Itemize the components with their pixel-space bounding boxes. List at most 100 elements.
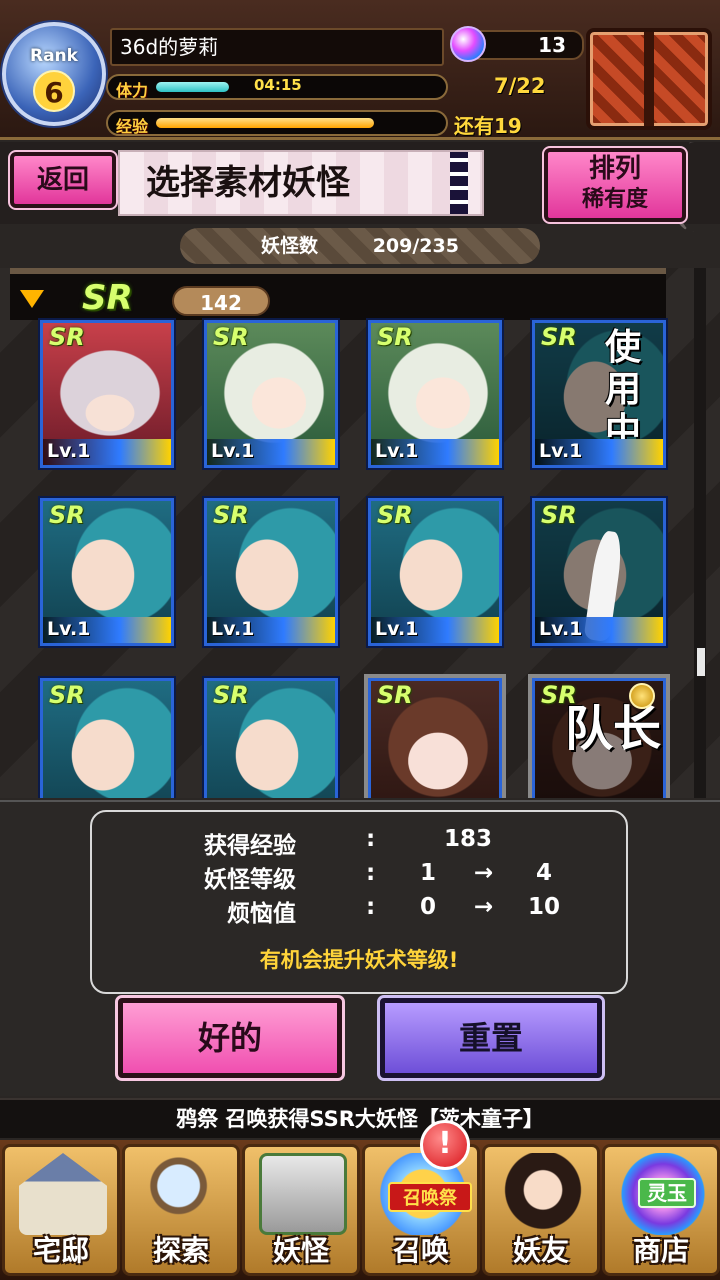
result-box: 获得经验 : 183 妖怪等级 : 1 → 4 烦恼值 : 0 → 10 有机会…	[90, 810, 628, 994]
title-strip: 返回 选择素材妖怪 排列 稀有度	[0, 142, 720, 232]
leader-medal-icon	[629, 683, 655, 709]
exp-remaining: 还有19	[454, 114, 522, 138]
scrollbar-thumb[interactable]	[697, 648, 705, 676]
monster-count-bar: 妖怪数 209/235	[180, 228, 540, 264]
notification-badge-icon[interactable]: !	[420, 1120, 470, 1170]
result-exp-value: 183	[443, 826, 492, 852]
nav-mansion[interactable]: 宅邸	[2, 1144, 120, 1276]
rank-emblem[interactable]: Rank 6	[2, 22, 106, 126]
arrow-right-icon: →	[474, 860, 494, 886]
result-worry-to: 10	[527, 894, 560, 920]
monster-card[interactable]: SR Lv.1	[366, 318, 504, 470]
in-use-overlay: 使用中	[604, 327, 641, 452]
monster-count-label: 妖怪数	[261, 235, 319, 257]
monster-card[interactable]: SR Lv.1	[202, 496, 340, 648]
exp-bar: 经验	[106, 110, 448, 136]
nav-explore-label: 探索	[152, 1234, 209, 1267]
result-level-to: 4	[535, 860, 552, 886]
nav-shop[interactable]: 商店	[602, 1144, 720, 1276]
nav-summon-label: 召唤	[392, 1234, 449, 1267]
rarity-badge: SR	[377, 323, 413, 351]
sort-mode: 稀有度	[581, 187, 648, 212]
top-header: Rank 6 36d的萝莉 体力 04:15 经验 13 7/22 还有19	[0, 0, 720, 140]
sort-button[interactable]: 排列 稀有度	[542, 146, 688, 224]
monster-card[interactable]: SR	[38, 676, 176, 798]
rarity-badge: SR	[377, 681, 413, 709]
monster-card[interactable]: SR 使用中 Lv.1	[530, 318, 668, 470]
sort-label: 排列	[588, 154, 641, 184]
page-title: 选择素材妖怪	[118, 150, 484, 216]
level-label: Lv.1	[43, 439, 171, 465]
treasure-chest-icon[interactable]	[586, 28, 712, 130]
collapse-arrow-icon[interactable]	[20, 290, 44, 308]
result-level-from: 1	[419, 860, 436, 886]
monster-card[interactable]: SR Lv.1	[38, 496, 176, 648]
stamina-timer: 04:15	[254, 76, 302, 94]
rarity-badge: SR	[541, 323, 577, 351]
skill-hint: 有机会提升妖术等级!	[259, 948, 459, 972]
news-ticker[interactable]: 鸦祭 召唤获得SSR大妖怪【茨木童子】	[0, 1098, 720, 1138]
monster-card[interactable]: SR Lv.1	[530, 496, 668, 648]
level-label: Lv.1	[371, 439, 499, 465]
back-button[interactable]: 返回	[8, 150, 118, 210]
result-level-key: 妖怪等级	[204, 867, 296, 893]
house-icon	[19, 1153, 107, 1235]
stamina-count: 7/22	[494, 74, 546, 98]
monster-grid[interactable]: SR 142 SR Lv.1 SR Lv.1 SR Lv.1 SR 使用中 Lv.1 SR Lv.1…	[0, 268, 720, 798]
arrow-right-icon: →	[474, 894, 494, 920]
result-worry-key: 烦恼值	[227, 901, 296, 927]
scroll-monster-icon	[259, 1153, 347, 1235]
monster-card[interactable]: SR	[202, 676, 340, 798]
spirit-jade-tag: 灵玉	[638, 1178, 696, 1208]
stamina-bar: 体力 04:15	[106, 74, 448, 100]
result-row-exp: 获得经验 : 183	[92, 826, 626, 860]
spirit-gem-icon[interactable]	[450, 26, 486, 62]
rarity-badge: SR	[213, 681, 249, 709]
monster-card[interactable]: SR Lv.1	[366, 496, 504, 648]
exp-label: 经验	[116, 117, 149, 136]
rarity-badge: SR	[49, 323, 85, 351]
rarity-badge: SR	[49, 681, 85, 709]
level-label: Lv.1	[535, 617, 663, 643]
monster-count-value: 209/235	[372, 235, 459, 257]
nav-friends[interactable]: 妖友	[482, 1144, 600, 1276]
nav-monster-label: 妖怪	[272, 1234, 329, 1267]
monster-card[interactable]: SR 队长	[528, 674, 670, 798]
magnifier-map-icon	[139, 1153, 227, 1235]
nav-explore[interactable]: 探索	[122, 1144, 240, 1276]
reset-button[interactable]: 重置	[377, 995, 605, 1081]
rank-label: Rank	[30, 46, 78, 66]
colon: :	[366, 860, 376, 886]
level-label: Lv.1	[535, 439, 663, 465]
rarity-label: SR	[82, 278, 133, 318]
rarity-group-header[interactable]: SR 142	[10, 268, 666, 320]
leader-overlay: 队长	[565, 701, 662, 757]
level-label: Lv.1	[371, 617, 499, 643]
monster-card[interactable]: SR Lv.1	[38, 318, 176, 470]
stamina-label: 体力	[116, 81, 149, 100]
player-name[interactable]: 36d的萝莉	[110, 28, 444, 66]
monster-card[interactable]: SR	[364, 674, 506, 798]
rarity-badge: SR	[213, 323, 249, 351]
rarity-count: 142	[172, 286, 270, 316]
colon: :	[366, 894, 376, 920]
bottom-nav: 宅邸 探索 妖怪 召唤 妖友 商店	[0, 1140, 720, 1280]
friend-catgirl-icon	[499, 1153, 587, 1235]
scrollbar-track[interactable]	[694, 268, 706, 798]
stamina-fill	[156, 82, 229, 92]
result-worry-from: 0	[419, 894, 436, 920]
nav-monster[interactable]: 妖怪	[242, 1144, 360, 1276]
confirm-button[interactable]: 好的	[115, 995, 345, 1081]
rarity-badge: SR	[377, 501, 413, 529]
nav-shop-label: 商店	[632, 1234, 689, 1267]
nav-mansion-label: 宅邸	[32, 1234, 89, 1267]
level-label: Lv.1	[207, 439, 335, 465]
result-panel: 获得经验 : 183 妖怪等级 : 1 → 4 烦恼值 : 0 → 10 有机会…	[0, 800, 720, 1096]
rarity-badge: SR	[213, 501, 249, 529]
level-label: Lv.1	[43, 617, 171, 643]
result-row-level: 妖怪等级 : 1 → 4	[92, 860, 626, 894]
rank-value: 6	[33, 70, 75, 112]
rarity-badge: SR	[541, 501, 577, 529]
monster-card[interactable]: SR Lv.1	[202, 318, 340, 470]
summon-festival-badge: 召唤祭	[388, 1182, 472, 1212]
